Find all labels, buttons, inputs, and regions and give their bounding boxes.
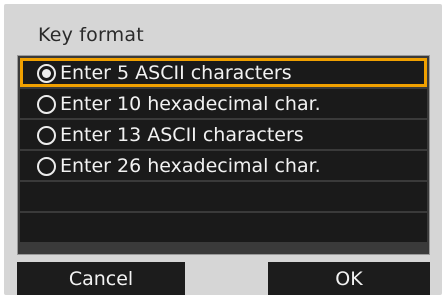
cancel-button[interactable]: Cancel bbox=[17, 262, 185, 295]
option-row-13-ascii[interactable]: Enter 13 ASCII characters bbox=[20, 120, 427, 149]
empty-row bbox=[20, 213, 427, 242]
ok-button[interactable]: OK bbox=[268, 262, 430, 295]
radio-dot bbox=[42, 68, 51, 78]
empty-row bbox=[20, 182, 427, 211]
option-label: Enter 5 ASCII characters bbox=[60, 61, 292, 84]
option-label: Enter 13 ASCII characters bbox=[60, 123, 304, 146]
option-row-26-hex[interactable]: Enter 26 hexadecimal char. bbox=[20, 151, 427, 180]
radio-unselected-icon[interactable] bbox=[37, 156, 56, 176]
option-row-5-ascii[interactable]: Enter 5 ASCII characters bbox=[20, 58, 427, 87]
radio-selected-icon[interactable] bbox=[37, 63, 56, 83]
radio-unselected-icon[interactable] bbox=[37, 125, 56, 145]
camera-screen: Key format Enter 5 ASCII characters Ente… bbox=[0, 0, 446, 299]
option-row-10-hex[interactable]: Enter 10 hexadecimal char. bbox=[20, 89, 427, 118]
key-format-options-list: Enter 5 ASCII characters Enter 10 hexade… bbox=[17, 55, 430, 255]
radio-unselected-icon[interactable] bbox=[37, 94, 56, 114]
dialog-title: Key format bbox=[38, 24, 144, 46]
option-label: Enter 26 hexadecimal char. bbox=[60, 154, 321, 177]
option-label: Enter 10 hexadecimal char. bbox=[60, 92, 321, 115]
